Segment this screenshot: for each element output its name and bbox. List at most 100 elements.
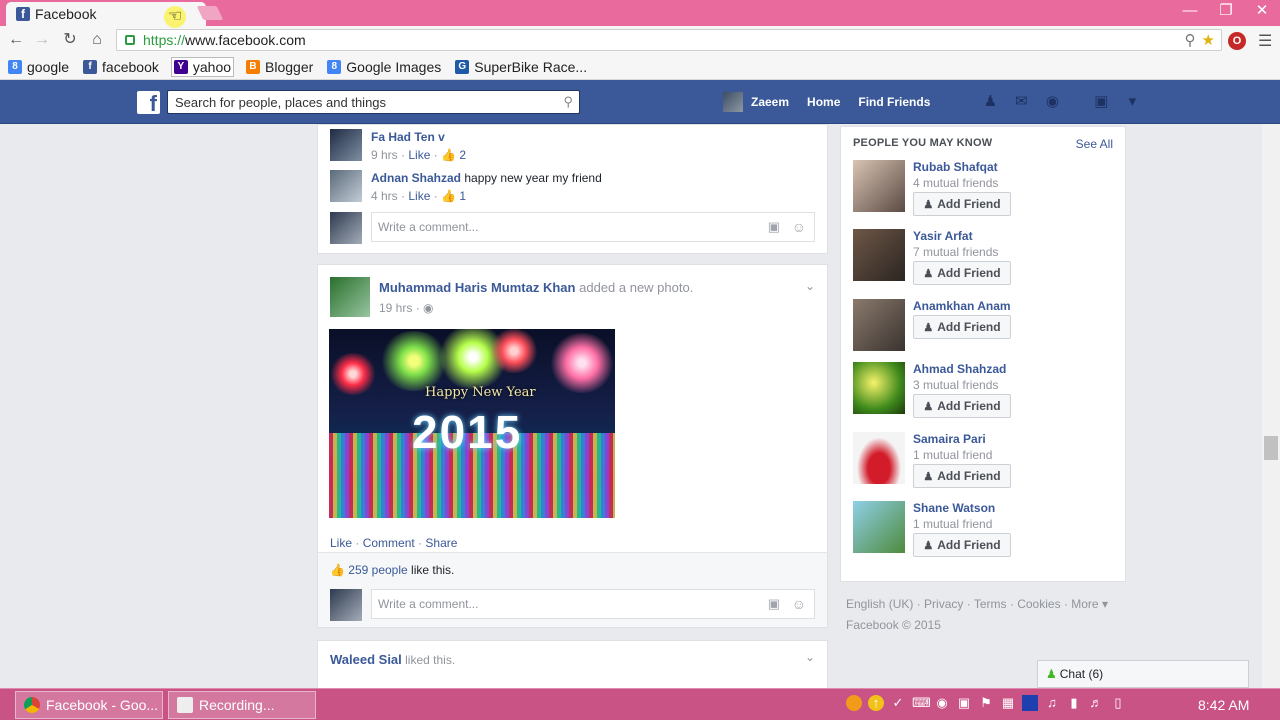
mutual-friends[interactable]: 1 mutual friend xyxy=(913,448,992,462)
add-friend-button[interactable]: ♟ Add Friend xyxy=(913,261,1011,285)
comment-author[interactable]: Fa Had Ten v xyxy=(371,130,445,144)
post-time[interactable]: 19 hrs xyxy=(379,301,412,315)
add-friend-button[interactable]: ♟ Add Friend xyxy=(913,533,1011,557)
home-icon[interactable]: ⌂ xyxy=(87,30,107,50)
avatar[interactable] xyxy=(853,229,905,281)
footer-link[interactable]: Privacy xyxy=(924,597,963,611)
forward-arrow-icon[interactable]: → xyxy=(32,30,52,50)
person-name[interactable]: Shane Watson xyxy=(913,501,995,515)
bookmark-google-images[interactable]: 8 Google Images xyxy=(325,58,443,76)
camera-icon[interactable]: ▣ xyxy=(768,596,780,612)
like-link[interactable]: Like xyxy=(330,536,352,550)
find-friends-link[interactable]: Find Friends xyxy=(858,95,930,109)
back-arrow-icon[interactable]: ← xyxy=(6,30,26,50)
person-name[interactable]: Samaira Pari xyxy=(913,432,986,446)
network-globe-icon[interactable]: ◉ xyxy=(934,695,950,711)
update-arrow-icon[interactable]: ↑ xyxy=(868,695,884,711)
bluetooth-icon[interactable] xyxy=(1022,695,1038,711)
chat-sidebar-toggle[interactable]: ♟ Chat (6) xyxy=(1037,660,1249,688)
emoji-icon[interactable]: ☺ xyxy=(792,219,806,235)
facebook-search[interactable]: ⚲ xyxy=(167,90,580,114)
comment-input[interactable]: Write a comment... ▣ ☺ xyxy=(371,589,815,619)
footer-link[interactable]: Cookies xyxy=(1017,597,1060,611)
maximize-icon[interactable]: ❐ xyxy=(1208,0,1244,24)
likes-count-link[interactable]: 259 people xyxy=(348,563,407,577)
comment-link[interactable]: Comment xyxy=(363,536,415,550)
post-author[interactable]: Muhammad Haris Mumtaz Khan xyxy=(379,280,575,295)
post-photo[interactable]: Happy New Year 2015 xyxy=(329,329,615,518)
chevron-down-icon[interactable]: ⌄ xyxy=(805,279,815,293)
close-icon[interactable]: ✕ xyxy=(1244,0,1280,24)
facebook-logo-icon[interactable]: f xyxy=(137,91,160,116)
comment-like-count[interactable]: 1 xyxy=(459,189,466,203)
volume-icon[interactable]: ♫ xyxy=(1044,695,1060,711)
comment-input[interactable]: Write a comment... ▣ ☺ xyxy=(371,212,815,242)
keyboard-icon[interactable]: ⌨ xyxy=(912,695,931,711)
home-link[interactable]: Home xyxy=(807,95,840,109)
avatar[interactable] xyxy=(853,501,905,553)
see-all-link[interactable]: See All xyxy=(1076,137,1113,151)
battery-icon[interactable]: ▯ xyxy=(1110,695,1126,711)
tray-app-icon[interactable] xyxy=(846,695,862,711)
search-input[interactable] xyxy=(175,94,545,110)
notifications-globe-icon[interactable]: ◉ xyxy=(1042,92,1062,112)
comment-like-link[interactable]: Like xyxy=(408,189,430,203)
avatar[interactable] xyxy=(723,92,743,112)
person-name[interactable]: Anamkhan Anam xyxy=(913,299,1011,313)
share-link[interactable]: Share xyxy=(425,536,457,550)
avatar[interactable] xyxy=(330,277,370,317)
privacy-lock-icon[interactable]: ▣ xyxy=(1091,92,1111,112)
device-icon[interactable]: ▦ xyxy=(1000,695,1016,711)
taskbar-chrome-button[interactable]: Facebook - Goo... xyxy=(15,691,163,719)
avatar[interactable] xyxy=(853,299,905,351)
person-name[interactable]: Rubab Shafqat xyxy=(913,160,998,174)
comment-time[interactable]: 4 hrs xyxy=(371,189,398,203)
minimize-icon[interactable]: — xyxy=(1172,0,1208,24)
chevron-down-icon[interactable]: ⌄ xyxy=(805,650,815,664)
comment-author[interactable]: Adnan Shahzad xyxy=(371,171,461,185)
flag-icon[interactable]: ⚑ xyxy=(978,695,994,711)
mutual-friends[interactable]: 7 mutual friends xyxy=(913,245,998,259)
footer-link[interactable]: More xyxy=(1071,597,1098,611)
messages-icon[interactable]: ✉ xyxy=(1011,92,1031,112)
add-friend-button[interactable]: ♟ Add Friend xyxy=(913,394,1011,418)
chevron-down-icon[interactable]: ▾ xyxy=(1102,597,1108,611)
signal-icon[interactable]: ▮ xyxy=(1066,695,1082,711)
bookmark-star-icon[interactable]: ★ xyxy=(1202,31,1215,49)
story-author[interactable]: Waleed Sial xyxy=(330,652,402,667)
add-friend-button[interactable]: ♟ Add Friend xyxy=(913,464,1011,488)
display-icon[interactable]: ▣ xyxy=(956,695,972,711)
chrome-menu-icon[interactable]: ☰ xyxy=(1258,31,1272,51)
search-icon[interactable]: ⚲ xyxy=(563,94,573,110)
add-friend-button[interactable]: ♟ Add Friend xyxy=(913,192,1011,216)
mutual-friends[interactable]: 4 mutual friends xyxy=(913,176,998,190)
extension-icon[interactable]: O xyxy=(1228,32,1246,50)
bookmark-blogger[interactable]: B Blogger xyxy=(244,58,315,76)
avatar[interactable] xyxy=(330,170,362,202)
camera-icon[interactable]: ▣ xyxy=(768,219,780,235)
page-scrollbar[interactable] xyxy=(1262,124,1280,688)
bookmark-facebook[interactable]: f facebook xyxy=(81,58,161,76)
avatar[interactable] xyxy=(330,129,362,161)
comment-like-count[interactable]: 2 xyxy=(459,148,466,162)
emoji-icon[interactable]: ☺ xyxy=(792,596,806,612)
zoom-icon[interactable]: ⚲ xyxy=(1185,31,1196,49)
person-name[interactable]: Yasir Arfat xyxy=(913,229,973,243)
reload-icon[interactable]: ↻ xyxy=(60,30,80,50)
speaker-icon[interactable]: ♬ xyxy=(1088,695,1104,711)
scrollbar-thumb[interactable] xyxy=(1264,436,1278,460)
tools-icon[interactable]: ✓ xyxy=(890,695,906,711)
bookmark-yahoo[interactable]: Yyahoo xyxy=(170,56,235,77)
avatar[interactable] xyxy=(853,432,905,484)
comment-time[interactable]: 9 hrs xyxy=(371,148,398,162)
footer-link[interactable]: English (UK) xyxy=(846,597,913,611)
avatar[interactable] xyxy=(853,160,905,212)
settings-dropdown-icon[interactable]: ▾ xyxy=(1122,92,1142,112)
bookmark-google[interactable]: 8 google xyxy=(6,58,71,76)
address-bar[interactable]: https://www.facebook.com ⚲ ★ xyxy=(116,29,1222,51)
footer-link[interactable]: Terms xyxy=(974,597,1007,611)
person-name[interactable]: Ahmad Shahzad xyxy=(913,362,1006,376)
system-clock[interactable]: 8:42 AM xyxy=(1198,697,1249,713)
mutual-friends[interactable]: 3 mutual friends xyxy=(913,378,998,392)
profile-link[interactable]: Zaeem xyxy=(751,95,789,109)
